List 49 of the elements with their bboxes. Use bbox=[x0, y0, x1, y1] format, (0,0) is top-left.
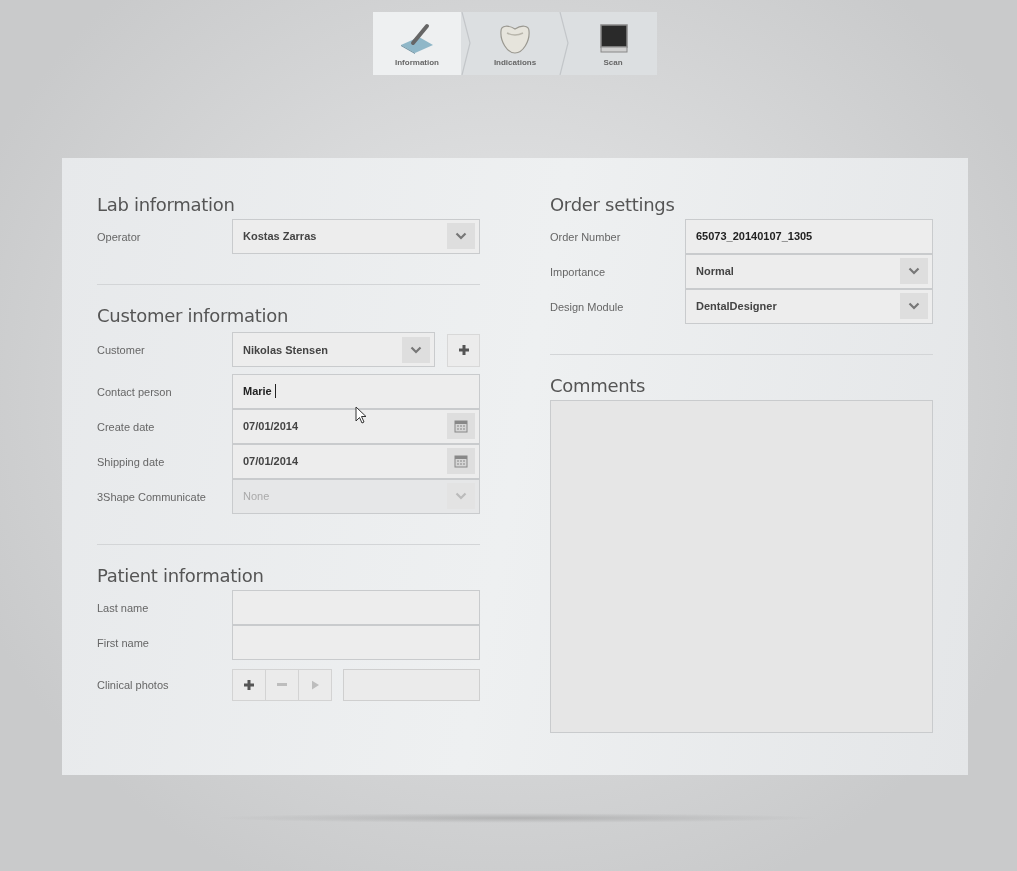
section-heading: Comments bbox=[550, 375, 647, 396]
date-field[interactable]: 07/01/2014 bbox=[232, 443, 480, 479]
field-label: Order Number bbox=[550, 230, 622, 243]
input-field[interactable] bbox=[232, 624, 480, 660]
input-field[interactable]: 65073_20140107_1305 bbox=[685, 218, 933, 254]
calendar-icon bbox=[454, 454, 468, 468]
dropdown[interactable]: Kostas Zarras bbox=[232, 218, 480, 254]
chevron-down-icon bbox=[455, 492, 467, 500]
step-separator-icon bbox=[461, 12, 471, 75]
chevron-down-icon bbox=[908, 302, 920, 310]
chevron-down-icon bbox=[908, 267, 920, 275]
field-label: Clinical photos bbox=[97, 679, 170, 691]
step-tab[interactable]: Information bbox=[373, 12, 461, 75]
input-field[interactable]: Marie bbox=[232, 373, 480, 409]
mouse-pointer-icon bbox=[355, 406, 367, 424]
step-tab[interactable]: Indications bbox=[471, 12, 559, 75]
add-photo-button[interactable] bbox=[232, 669, 266, 701]
text-cursor bbox=[274, 384, 276, 398]
step-separator-icon bbox=[559, 12, 569, 75]
field-label: Customer bbox=[97, 344, 146, 356]
chevron-down-icon bbox=[410, 345, 422, 354]
field-label: Design Module bbox=[550, 300, 625, 313]
dropdown[interactable]: Normal bbox=[685, 253, 933, 289]
field-label: Shipping date bbox=[97, 455, 166, 468]
minus-icon bbox=[277, 683, 287, 687]
chevron-down-icon bbox=[455, 232, 467, 240]
section-heading: Order settings bbox=[550, 194, 676, 215]
dropdown[interactable]: Nikolas Stensen bbox=[232, 332, 435, 367]
field-label: First name bbox=[97, 636, 150, 649]
field-label: Last name bbox=[97, 601, 150, 614]
field-label: Operator bbox=[97, 230, 142, 243]
step-tab[interactable]: Scan bbox=[569, 12, 657, 75]
field-label: Contact person bbox=[97, 385, 173, 398]
comments-textarea[interactable] bbox=[550, 400, 933, 733]
field-label: 3Shape Communicate bbox=[97, 490, 207, 503]
plus-icon bbox=[244, 680, 254, 690]
field-label: Create date bbox=[97, 420, 156, 433]
dropdown[interactable]: DentalDesigner bbox=[685, 288, 933, 324]
date-field[interactable]: 07/01/2014 bbox=[232, 408, 480, 444]
section-heading: Patient information bbox=[97, 565, 265, 586]
section-heading: Lab information bbox=[97, 194, 236, 215]
plus-icon bbox=[458, 345, 469, 355]
add-button[interactable] bbox=[447, 333, 480, 367]
input-field[interactable] bbox=[232, 589, 480, 625]
field-label: Importance bbox=[550, 265, 607, 278]
calendar-icon bbox=[454, 419, 468, 433]
section-heading: Customer information bbox=[97, 305, 290, 326]
play-icon bbox=[311, 680, 319, 690]
photo-name-field[interactable] bbox=[343, 669, 480, 701]
